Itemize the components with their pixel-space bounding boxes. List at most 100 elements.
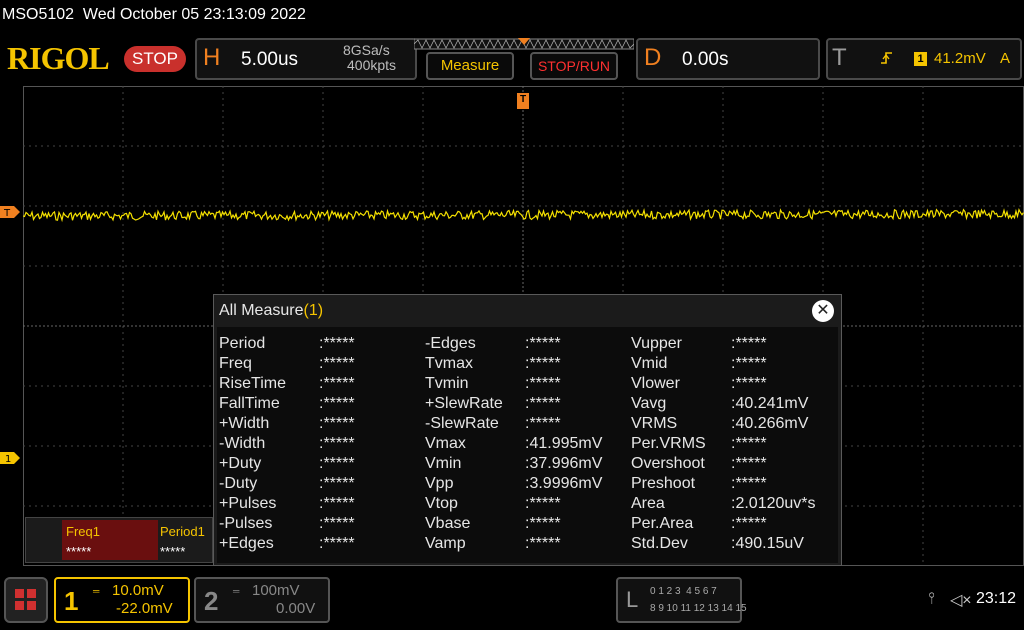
ch2-scale: 100mV: [252, 582, 300, 599]
title-bar: MSO5102 Wed October 05 23:13:09 2022: [0, 0, 1024, 34]
measure-value: :41.995mV: [525, 435, 603, 452]
la-channels-row2: 8 9 10 11 12 13 14 15: [650, 603, 747, 614]
measure-name: Vmax: [425, 435, 466, 452]
measure-value: :*****: [525, 395, 561, 412]
measure-value: :*****: [731, 335, 767, 352]
measure-value: :*****: [525, 375, 561, 392]
trigger-position-marker[interactable]: T: [517, 93, 529, 109]
logic-analyzer-box[interactable]: L 0 1 2 3 4 5 6 7 8 9 10 11 12 13 14 15: [616, 577, 747, 623]
measure-value: :*****: [731, 355, 767, 372]
measure-value: :*****: [319, 375, 355, 392]
measure-value: :*****: [319, 415, 355, 432]
trigger-letter: T: [832, 44, 847, 71]
measure-value: :*****: [731, 475, 767, 492]
measure-value: :*****: [525, 535, 561, 552]
measure-name: Vpp: [425, 475, 454, 492]
measure-name: Vavg: [631, 395, 667, 412]
ch1-ground-marker[interactable]: 1: [0, 452, 20, 464]
period-label[interactable]: Period1: [160, 524, 205, 539]
measure-name: Freq: [219, 355, 252, 372]
delay-box[interactable]: D 0.00s: [636, 38, 820, 80]
stop-run-button[interactable]: STOP/RUN: [530, 52, 618, 80]
quick-measure-strip: Freq1 ***** Period1 *****: [25, 517, 213, 563]
horizontal-timebase-box[interactable]: H 5.00us 8GSa/s 400kpts: [195, 38, 417, 80]
measure-name: FallTime: [219, 395, 280, 412]
memory-position-bar[interactable]: [414, 38, 634, 50]
measure-name: -SlewRate: [425, 415, 499, 432]
trigger-level: 41.2mV: [934, 50, 986, 67]
period-value: *****: [160, 544, 186, 559]
measure-value: :*****: [731, 455, 767, 472]
run-state-badge[interactable]: STOP: [124, 46, 186, 72]
close-icon[interactable]: ✕: [812, 300, 834, 322]
measure-name: +SlewRate: [425, 395, 503, 412]
measure-name: Vtop: [425, 495, 458, 512]
measure-value: :37.996mV: [525, 455, 603, 472]
window-title: MSO5102 Wed October 05 23:13:09 2022: [2, 6, 306, 23]
measure-value: :*****: [525, 335, 561, 352]
menu-grid-button[interactable]: [4, 577, 48, 623]
measure-name: +Edges: [219, 535, 274, 552]
ch2-settings-box[interactable]: 2 ═ 100mV 0.00V: [194, 577, 330, 623]
measure-value: :*****: [319, 455, 355, 472]
measure-name: Overshoot: [631, 455, 705, 472]
trigger-level-marker-label: T: [3, 208, 11, 218]
measure-name: Vmid: [631, 355, 668, 372]
measure-name: +Pulses: [219, 495, 277, 512]
ch1-number: 1: [64, 586, 79, 616]
measure-name: Vmin: [425, 455, 462, 472]
measure-value: :*****: [319, 515, 355, 532]
timebase-value: 5.00us: [241, 49, 299, 70]
trigger-source-badge: 1: [914, 52, 927, 66]
measure-name: Tvmax: [425, 355, 473, 372]
panel-title-text: All Measure: [219, 302, 304, 319]
measure-value: :*****: [319, 335, 355, 352]
measure-name: -Edges: [425, 335, 476, 352]
rigol-logo: RIGOL: [7, 40, 110, 76]
dc-coupling-icon: ═: [233, 586, 240, 596]
measure-value: :*****: [525, 415, 561, 432]
measure-value: :2.0120uv*s: [731, 495, 816, 512]
ch1-settings-box[interactable]: 1 ═ 10.0mV -22.0mV: [54, 577, 190, 623]
speaker-muted-icon[interactable]: ◁×: [950, 590, 972, 610]
measure-name: Period: [219, 335, 266, 352]
measure-value: :*****: [731, 375, 767, 392]
measure-value: :40.241mV: [731, 395, 809, 412]
measure-value: :490.15uV: [731, 535, 804, 552]
measure-button[interactable]: Measure: [426, 52, 514, 80]
freq-value: *****: [66, 544, 92, 559]
trigger-level-marker[interactable]: T: [0, 206, 20, 218]
measure-value: :*****: [731, 435, 767, 452]
measure-value: :40.266mV: [731, 415, 809, 432]
horizontal-letter: H: [203, 44, 221, 71]
measure-name: Preshoot: [631, 475, 696, 492]
measure-value: :*****: [319, 475, 355, 492]
all-measure-panel: All Measure(1) ✕ Period:***** Freq:***** R…: [213, 294, 842, 566]
freq-label: Freq1: [66, 524, 100, 539]
delay-letter: D: [644, 44, 662, 71]
freq-measure-cell[interactable]: Freq1 *****: [62, 520, 158, 560]
measure-name: Std.Dev: [631, 535, 688, 552]
measure-value: :*****: [319, 355, 355, 372]
measure-name: +Width: [219, 415, 270, 432]
sample-rate: 8GSa/s: [343, 42, 390, 58]
trigger-mode: A: [1000, 50, 1011, 67]
measure-name: -Duty: [219, 475, 258, 492]
measure-name: -Pulses: [219, 515, 273, 532]
la-letter: L: [626, 587, 639, 612]
measure-name: Vbase: [425, 515, 471, 532]
measure-value: :*****: [525, 355, 561, 372]
measure-value: :*****: [319, 535, 355, 552]
measure-name: Per.VRMS: [631, 435, 706, 452]
measure-value: :*****: [319, 435, 355, 452]
measure-name: Vamp: [425, 535, 466, 552]
measure-name: Vlower: [631, 375, 680, 392]
la-channels-row1: 0 1 2 3 4 5 6 7: [650, 586, 717, 597]
measure-value: :*****: [525, 515, 561, 532]
measure-value: :*****: [525, 495, 561, 512]
measure-value: :3.9996mV: [525, 475, 603, 492]
measure-value: :*****: [731, 515, 767, 532]
ch1-scale: 10.0mV: [112, 582, 164, 599]
trigger-box[interactable]: T 1 41.2mV A: [826, 38, 1022, 80]
measure-name: Area: [631, 495, 665, 512]
